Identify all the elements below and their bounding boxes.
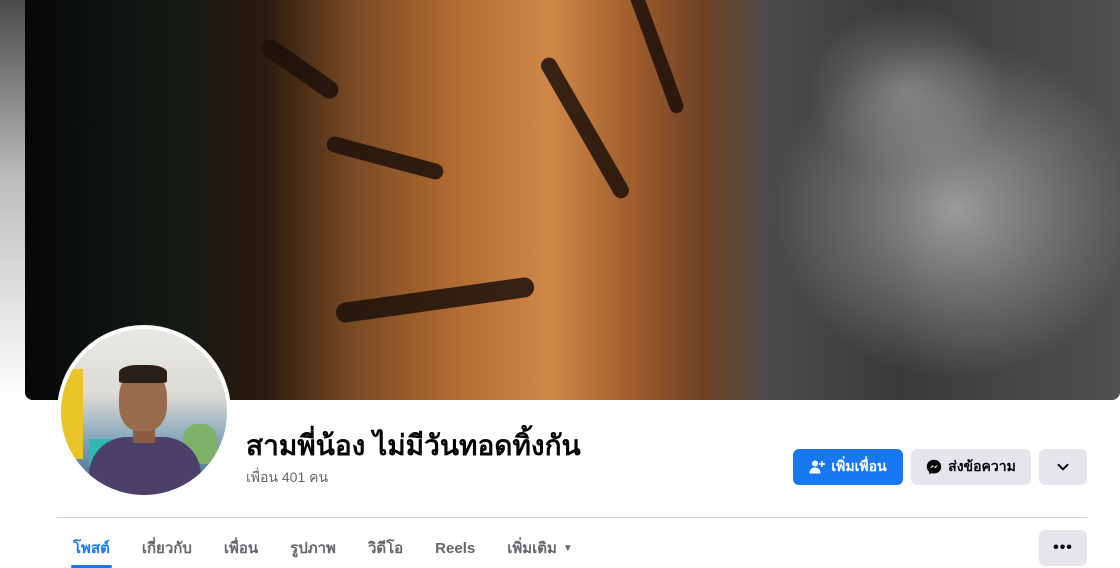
tab-label: เพิ่มเติม <box>507 540 557 557</box>
cover-stripe <box>257 35 343 103</box>
chevron-down-icon <box>1056 460 1070 474</box>
friends-count[interactable]: เพื่อน 401 คน <box>246 467 328 489</box>
tab-label: Reels <box>435 539 476 557</box>
add-friend-label: เพิ่มเพื่อน <box>831 458 887 474</box>
add-friend-button[interactable]: เพิ่มเพื่อน <box>793 449 903 485</box>
tab-label: วิดีโอ <box>367 540 404 557</box>
tab-posts[interactable]: โพสต์ <box>57 528 126 568</box>
tab-label: โพสต์ <box>73 540 110 557</box>
cover-stripe <box>334 276 536 324</box>
more-options-button[interactable]: ••• <box>1039 530 1087 566</box>
header-divider <box>57 517 1087 518</box>
cover-stripe <box>324 134 446 182</box>
page-edge-gradient <box>0 0 25 400</box>
add-friend-icon <box>809 459 826 475</box>
profile-name: สามพี่น้อง ไม่มีวันทอดทิ้งกัน <box>246 430 581 461</box>
more-options-icon: ••• <box>1053 539 1073 556</box>
tab-more[interactable]: เพิ่มเติม ▼ <box>491 528 589 568</box>
tab-videos[interactable]: วิดีโอ <box>352 528 419 568</box>
message-label: ส่งข้อความ <box>948 458 1016 474</box>
avatar-bg-yellow <box>61 369 83 459</box>
avatar-hair <box>119 365 167 383</box>
message-button[interactable]: ส่งข้อความ <box>911 449 1031 485</box>
caret-down-icon: ▼ <box>562 542 573 554</box>
profile-options-button[interactable] <box>1039 449 1087 485</box>
cover-stripe <box>624 0 686 116</box>
messenger-icon <box>926 459 942 475</box>
avatar-shirt <box>89 437 201 495</box>
tab-about[interactable]: เกี่ยวกับ <box>126 528 208 568</box>
profile-avatar[interactable] <box>61 329 227 495</box>
tab-photos[interactable]: รูปภาพ <box>274 528 352 568</box>
profile-tabs: โพสต์ เกี่ยวกับ เพื่อน รูปภาพ วิดีโอ Ree… <box>57 528 589 568</box>
tab-friends[interactable]: เพื่อน <box>208 528 274 568</box>
tab-label: รูปภาพ <box>290 540 336 557</box>
tab-label: เพื่อน <box>223 540 259 557</box>
tab-label: เกี่ยวกับ <box>141 540 192 557</box>
tab-reels[interactable]: Reels <box>419 528 491 568</box>
cover-stripe <box>538 54 632 202</box>
